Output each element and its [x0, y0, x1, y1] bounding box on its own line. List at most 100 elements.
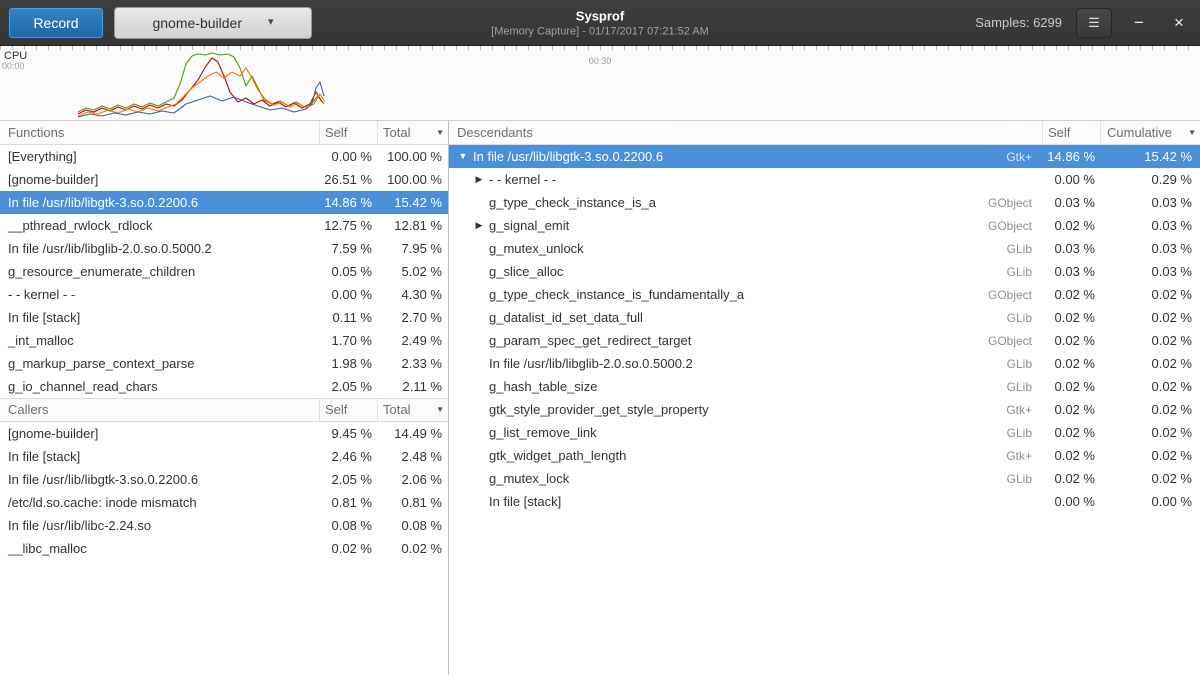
menu-button[interactable]: ☰ [1076, 8, 1112, 38]
descendant-name: gtk_style_provider_get_style_property [487, 402, 1006, 417]
function-name: In file [stack] [0, 310, 319, 325]
descendant-cumulative-percent: 0.02 % [1100, 333, 1200, 348]
descendant-row[interactable]: In file /usr/lib/libglib-2.0.so.0.5000.2… [449, 352, 1200, 375]
descendant-self-percent: 0.02 % [1042, 402, 1100, 417]
function-row[interactable]: g_markup_parse_context_parse 1.98 % 2.33… [0, 352, 448, 375]
column-header-descendants[interactable]: Descendants [449, 121, 1042, 144]
descendant-row[interactable]: ▶ - - kernel - - 0.00 % 0.29 % [449, 168, 1200, 191]
minimize-button[interactable]: − [1126, 10, 1152, 36]
descendant-cumulative-percent: 0.02 % [1100, 471, 1200, 486]
descendant-row[interactable]: g_type_check_instance_is_fundamentally_a… [449, 283, 1200, 306]
function-row[interactable]: g_resource_enumerate_children 0.05 % 5.0… [0, 260, 448, 283]
caller-row[interactable]: __libc_malloc 0.02 % 0.02 % [0, 537, 448, 560]
column-header-callers-total[interactable]: Total ▼ [377, 399, 448, 421]
descendant-category: GLib [1007, 380, 1042, 394]
descendant-name: In file [stack] [487, 494, 1032, 509]
descendant-self-percent: 0.02 % [1042, 218, 1100, 233]
descendant-name: g_mutex_unlock [487, 241, 1007, 256]
caller-row[interactable]: /etc/ld.so.cache: inode mismatch 0.81 % … [0, 491, 448, 514]
column-header-self[interactable]: Self [319, 121, 377, 144]
functions-table-header: Functions Self Total ▼ [0, 121, 448, 145]
function-self-percent: 1.70 % [319, 333, 377, 348]
function-row[interactable]: - - kernel - - 0.00 % 4.30 % [0, 283, 448, 306]
function-row[interactable]: In file /usr/lib/libgtk-3.so.0.2200.6 14… [0, 191, 448, 214]
record-button[interactable]: Record [8, 7, 104, 39]
descendant-name: g_signal_emit [487, 218, 988, 233]
cpu-timeline[interactable]: CPU 00:00 00:30 [0, 46, 1200, 121]
main-area: Functions Self Total ▼ [Everything] 0.00… [0, 121, 1200, 675]
function-row[interactable]: g_io_channel_read_chars 2.05 % 2.11 % [0, 375, 448, 398]
function-name: In file /usr/lib/libgtk-3.so.0.2200.6 [0, 195, 319, 210]
column-header-descendants-self[interactable]: Self [1042, 121, 1100, 144]
caller-name: [gnome-builder] [0, 426, 319, 441]
caller-row[interactable]: In file /usr/lib/libgtk-3.so.0.2200.6 2.… [0, 468, 448, 491]
caller-self-percent: 9.45 % [319, 426, 377, 441]
descendant-cumulative-percent: 0.00 % [1100, 494, 1200, 509]
function-row[interactable]: __pthread_rwlock_rdlock 12.75 % 12.81 % [0, 214, 448, 237]
caller-row[interactable]: In file [stack] 2.46 % 2.48 % [0, 445, 448, 468]
function-row[interactable]: [gnome-builder] 26.51 % 100.00 % [0, 168, 448, 191]
descendant-cumulative-percent: 15.42 % [1100, 149, 1200, 164]
descendant-name: g_type_check_instance_is_fundamentally_a [487, 287, 988, 302]
column-header-callers-self[interactable]: Self [319, 399, 377, 421]
descendant-row[interactable]: ▼ In file /usr/lib/libgtk-3.so.0.2200.6 … [449, 145, 1200, 168]
descendant-cumulative-percent: 0.03 % [1100, 241, 1200, 256]
descendant-name: g_mutex_lock [487, 471, 1007, 486]
caller-row[interactable]: [gnome-builder] 9.45 % 14.49 % [0, 422, 448, 445]
descendant-row[interactable]: gtk_style_provider_get_style_property Gt… [449, 398, 1200, 421]
expander-icon[interactable]: ▶ [471, 221, 487, 230]
column-header-callers[interactable]: Callers [0, 399, 319, 421]
headerbar: Record gnome-builder ▾ Sysprof [Memory C… [0, 0, 1200, 46]
close-button[interactable]: × [1166, 10, 1192, 36]
descendant-category: GObject [988, 334, 1042, 348]
descendant-row[interactable]: g_datalist_id_set_data_full GLib 0.02 % … [449, 306, 1200, 329]
function-total-percent: 2.11 % [377, 379, 448, 394]
descendant-row[interactable]: gtk_widget_path_length Gtk+ 0.02 % 0.02 … [449, 444, 1200, 467]
descendant-row[interactable]: g_param_spec_get_redirect_target GObject… [449, 329, 1200, 352]
descendant-name: In file /usr/lib/libgtk-3.so.0.2200.6 [471, 149, 1006, 164]
function-row[interactable]: [Everything] 0.00 % 100.00 % [0, 145, 448, 168]
window-subtitle: [Memory Capture] - 01/17/2017 07:21:52 A… [491, 25, 709, 37]
column-header-callers-total-label: Total [383, 399, 410, 421]
descendant-name: g_list_remove_link [487, 425, 1007, 440]
descendant-row[interactable]: g_hash_table_size GLib 0.02 % 0.02 % [449, 375, 1200, 398]
samples-count: Samples: 6299 [975, 15, 1062, 30]
caller-self-percent: 0.81 % [319, 495, 377, 510]
target-selector-dropdown[interactable]: gnome-builder ▾ [114, 7, 312, 39]
function-row[interactable]: _int_malloc 1.70 % 2.49 % [0, 329, 448, 352]
descendant-row[interactable]: In file [stack] 0.00 % 0.00 % [449, 490, 1200, 513]
descendant-row[interactable]: ▶ g_signal_emit GObject 0.02 % 0.03 % [449, 214, 1200, 237]
descendant-self-percent: 0.03 % [1042, 195, 1100, 210]
caller-row[interactable]: In file /usr/lib/libc-2.24.so 0.08 % 0.0… [0, 514, 448, 537]
descendant-row[interactable]: g_list_remove_link GLib 0.02 % 0.02 % [449, 421, 1200, 444]
function-self-percent: 7.59 % [319, 241, 377, 256]
column-header-functions[interactable]: Functions [0, 121, 319, 144]
descendant-name: g_slice_alloc [487, 264, 1007, 279]
column-header-total[interactable]: Total ▼ [377, 121, 448, 144]
descendant-cumulative-percent: 0.02 % [1100, 356, 1200, 371]
function-name: g_io_channel_read_chars [0, 379, 319, 394]
descendant-name: g_datalist_id_set_data_full [487, 310, 1007, 325]
caller-total-percent: 2.48 % [377, 449, 448, 464]
descendant-name: - - kernel - - [487, 172, 1032, 187]
functions-table: [Everything] 0.00 % 100.00 % [gnome-buil… [0, 145, 448, 398]
descendant-row[interactable]: g_mutex_lock GLib 0.02 % 0.02 % [449, 467, 1200, 490]
function-self-percent: 0.11 % [319, 310, 377, 325]
descendant-row[interactable]: g_type_check_instance_is_a GObject 0.03 … [449, 191, 1200, 214]
caller-self-percent: 2.05 % [319, 472, 377, 487]
function-total-percent: 7.95 % [377, 241, 448, 256]
descendants-table-header: Descendants Self Cumulative ▼ [449, 121, 1200, 145]
expander-icon[interactable]: ▼ [455, 152, 471, 161]
descendant-self-percent: 0.02 % [1042, 425, 1100, 440]
column-header-cumulative-label: Cumulative [1107, 122, 1172, 144]
descendant-row[interactable]: g_slice_alloc GLib 0.03 % 0.03 % [449, 260, 1200, 283]
function-self-percent: 14.86 % [319, 195, 377, 210]
function-self-percent: 0.00 % [319, 287, 377, 302]
column-header-cumulative[interactable]: Cumulative ▼ [1100, 121, 1200, 144]
function-row[interactable]: In file [stack] 0.11 % 2.70 % [0, 306, 448, 329]
caller-name: /etc/ld.so.cache: inode mismatch [0, 495, 319, 510]
expander-icon[interactable]: ▶ [471, 175, 487, 184]
function-row[interactable]: In file /usr/lib/libglib-2.0.so.0.5000.2… [0, 237, 448, 260]
descendant-row[interactable]: g_mutex_unlock GLib 0.03 % 0.03 % [449, 237, 1200, 260]
caller-total-percent: 0.81 % [377, 495, 448, 510]
